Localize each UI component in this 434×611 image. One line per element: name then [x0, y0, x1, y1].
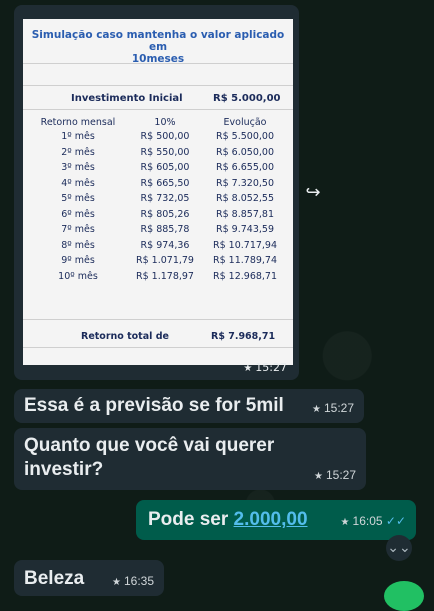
cell-evolution: R$ 5.500,00	[216, 131, 274, 143]
fab-button[interactable]	[384, 581, 424, 611]
total-label: Retorno total de	[81, 331, 169, 342]
sheet-title: Simulação caso mantenha o valor aplicado…	[23, 29, 293, 65]
cell-evolution: R$ 11.789,74	[213, 255, 278, 267]
star-icon: ★	[243, 363, 253, 374]
cell-evolution: R$ 8.857,81	[216, 208, 274, 220]
incoming-message[interactable]: Essa é a previsão se for 5mil ★ 15:27	[14, 389, 364, 423]
incoming-message[interactable]: Quanto que você vai querer investir? ★ 15…	[14, 428, 366, 490]
total-value: R$ 7.968,71	[211, 331, 276, 342]
divider	[23, 63, 293, 64]
forward-icon[interactable]: ↪	[300, 180, 326, 206]
cell-evolution: R$ 12.968,71	[213, 270, 278, 282]
sheet-title-line1: Simulação caso mantenha o valor aplicado…	[31, 29, 285, 53]
table-row: 3º mês R$ 605,00 R$ 6.655,00	[29, 160, 287, 176]
divider	[23, 109, 293, 110]
message-timestamp: ★ 16:05 ✓✓	[340, 514, 406, 528]
cell-month: 5º mês	[61, 193, 95, 205]
cell-month: 10º mês	[58, 270, 98, 282]
table-row: 5º mês R$ 732,05 R$ 8.052,55	[29, 191, 287, 207]
image-timestamp: ★ 15:27	[243, 361, 287, 374]
header-month: Retorno mensal	[40, 116, 116, 128]
table-row: 6º mês R$ 805,26 R$ 8.857,81	[29, 207, 287, 223]
star-icon: ★	[314, 471, 323, 482]
cell-evolution: R$ 8.052,55	[216, 193, 274, 205]
message-text: Quanto que você vai querer investir?	[24, 434, 274, 482]
cell-evolution: R$ 6.655,00	[216, 162, 274, 174]
header-evolution: Evolução	[223, 116, 267, 128]
cell-return: R$ 605,00	[140, 162, 190, 174]
table-header-row: Retorno mensal 10% Evolução	[29, 115, 287, 129]
table-row: 2º mês R$ 550,00 R$ 6.050,00	[29, 145, 287, 161]
table-row: 4º mês R$ 665,50 R$ 7.320,50	[29, 176, 287, 192]
returns-table: Retorno mensal 10% Evolução 1º mês R$ 500…	[29, 115, 287, 284]
cell-return: R$ 500,00	[140, 131, 190, 143]
read-receipt-icon: ✓✓	[385, 514, 406, 528]
message-text: Beleza	[24, 568, 85, 589]
table-row: 9º mês R$ 1.071,79 R$ 11.789,74	[29, 253, 287, 269]
cell-evolution: R$ 9.743,59	[216, 224, 274, 236]
cell-evolution: R$ 7.320,50	[216, 177, 274, 189]
cell-month: 6º mês	[61, 208, 95, 220]
divider	[23, 85, 293, 86]
cell-month: 4º mês	[61, 177, 95, 189]
cell-month: 2º mês	[61, 146, 95, 158]
cell-return: R$ 732,05	[140, 193, 190, 205]
star-icon: ★	[312, 404, 321, 415]
cell-return: R$ 885,78	[140, 224, 190, 236]
cell-evolution: R$ 6.050,00	[216, 146, 274, 158]
divider	[23, 347, 293, 348]
message-timestamp: ★ 15:27	[312, 401, 354, 415]
table-row: 8º mês R$ 974,36 R$ 10.717,94	[29, 238, 287, 254]
star-icon: ★	[340, 517, 350, 528]
investment-value: R$ 5.000,00	[213, 93, 281, 104]
cell-month: 3º mês	[61, 162, 95, 174]
image-message[interactable]: Simulação caso mantenha o valor aplicado…	[14, 5, 299, 380]
cell-return: R$ 1.178,97	[136, 270, 194, 282]
cell-month: 8º mês	[61, 239, 95, 251]
message-timestamp: ★ 15:27	[314, 468, 356, 482]
cell-month: 9º mês	[61, 255, 95, 267]
message-text: Essa é a previsão se for 5mil	[24, 395, 284, 416]
message-line: investir?	[24, 459, 104, 480]
phone-link[interactable]: 2.000,00	[234, 509, 308, 530]
message-line: Quanto que você vai querer	[24, 435, 275, 456]
cell-return: R$ 1.071,79	[136, 255, 194, 267]
incoming-message[interactable]: Beleza ★ 16:35	[14, 560, 164, 596]
cell-return: R$ 974,36	[140, 239, 190, 251]
spreadsheet-image: Simulação caso mantenha o valor aplicado…	[23, 19, 293, 365]
scroll-down-icon[interactable]: ⌄⌄	[386, 535, 412, 561]
cell-evolution: R$ 10.717,94	[213, 239, 278, 251]
header-rate: 10%	[154, 116, 176, 128]
outgoing-message[interactable]: Pode ser 2.000,00 ★ 16:05 ✓✓	[136, 500, 416, 540]
cell-month: 1º mês	[61, 131, 95, 143]
star-icon: ★	[112, 577, 121, 588]
table-row: 7º mês R$ 885,78 R$ 9.743,59	[29, 222, 287, 238]
cell-return: R$ 665,50	[140, 177, 190, 189]
table-row: 1º mês R$ 500,00 R$ 5.500,00	[29, 129, 287, 145]
message-text-prefix: Pode ser	[148, 509, 229, 530]
divider	[23, 319, 293, 320]
investment-label: Investimento Inicial	[71, 93, 183, 104]
cell-month: 7º mês	[61, 224, 95, 236]
table-row: 10º mês R$ 1.178,97 R$ 12.968,71	[29, 269, 287, 285]
cell-return: R$ 550,00	[140, 146, 190, 158]
message-text: Pode ser 2.000,00	[148, 509, 308, 531]
message-timestamp: ★ 16:35	[112, 574, 154, 588]
cell-return: R$ 805,26	[140, 208, 190, 220]
